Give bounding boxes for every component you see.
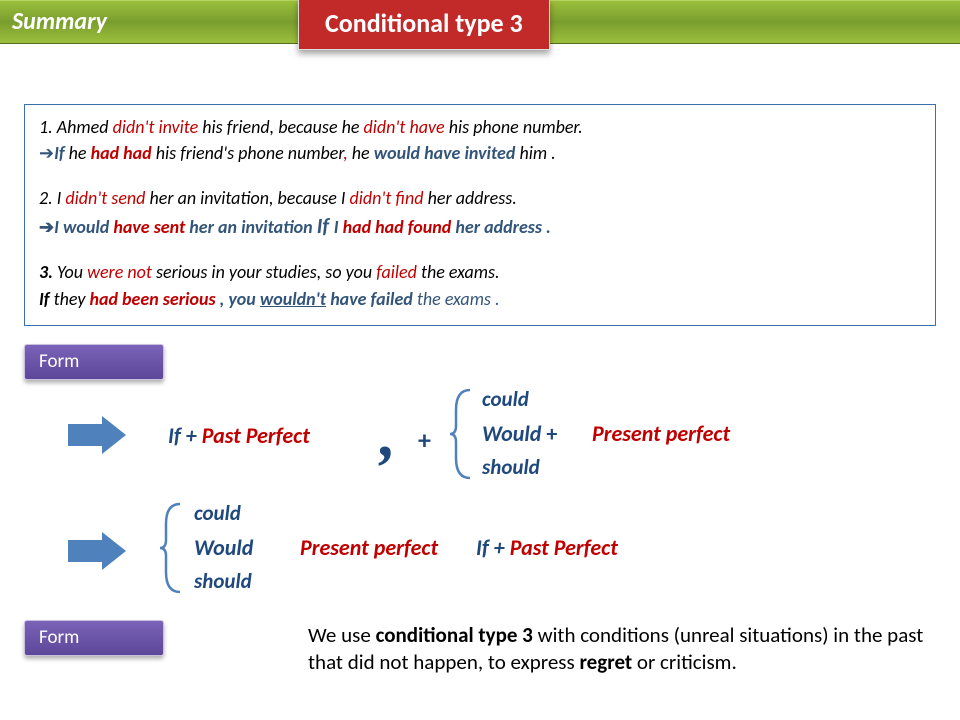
brace-icon: [448, 386, 476, 482]
present-perfect-2: Present perfect: [300, 534, 438, 561]
example-3b: If they had been serious , you wouldn't …: [39, 287, 921, 311]
modal-could-2: could: [194, 500, 241, 526]
example-3a: 3. You were not serious in your studies,…: [39, 260, 921, 284]
modal-could-1: could: [482, 386, 529, 412]
modal-would-2: Would: [194, 534, 253, 561]
usage-text: We use conditional type 3 with condition…: [308, 622, 928, 677]
comma: ,: [380, 398, 396, 472]
if-plus-2: If + Past Perfect: [476, 534, 618, 561]
example-2a: 2. I didn't send her an invitation, beca…: [39, 186, 921, 210]
modal-should-1: should: [482, 454, 540, 480]
present-perfect-1: Present perfect: [592, 420, 730, 447]
modal-should-2: should: [194, 568, 252, 594]
example-1a: 1. Ahmed didn't invite his friend, becau…: [39, 115, 921, 139]
form-badge-2: Form: [24, 620, 164, 656]
modal-would-1: Would +: [482, 420, 557, 447]
summary-label: Summary: [12, 7, 107, 36]
examples-box: 1. Ahmed didn't invite his friend, becau…: [24, 104, 936, 326]
plus-sign: +: [418, 424, 431, 456]
form-badge-1: Form: [24, 344, 164, 380]
if-plus-1: If + Past Perfect: [168, 422, 310, 449]
arrow-icon: ➔: [39, 217, 54, 237]
title-badge: Conditional type 3: [298, 0, 550, 50]
example-1b: ➔If he had had his friend's phone number…: [39, 141, 921, 165]
example-2b: ➔I would have sent her an invitation If …: [39, 212, 921, 240]
arrow-icon: ➔: [39, 143, 54, 163]
brace-icon: [158, 500, 186, 596]
